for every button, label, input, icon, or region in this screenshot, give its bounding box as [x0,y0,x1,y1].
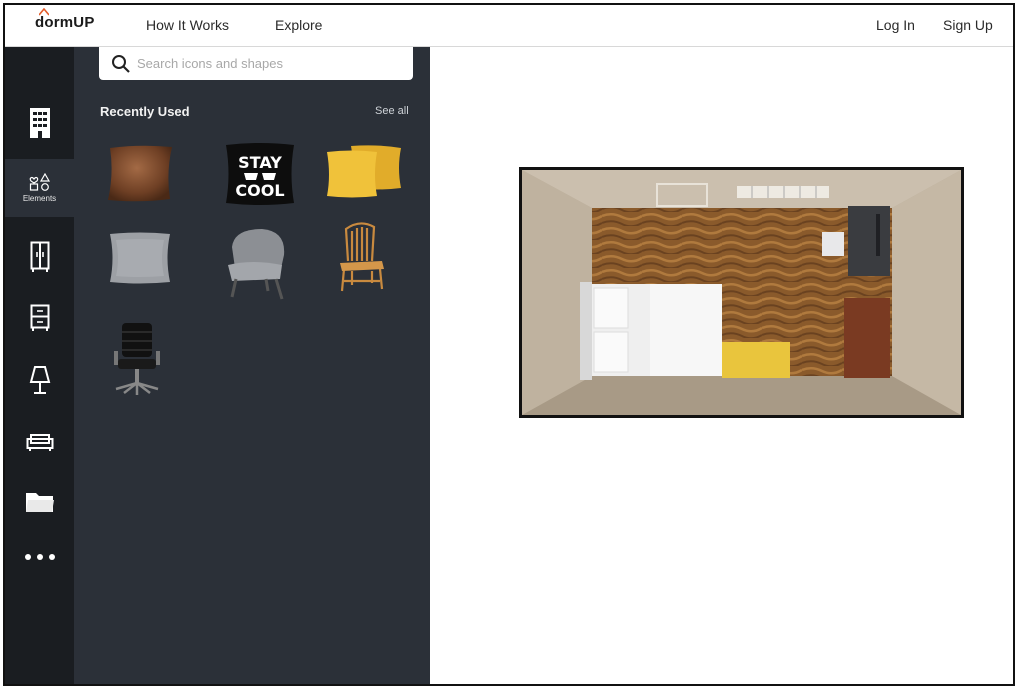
search-input[interactable] [137,56,397,71]
sofa-icon [26,434,53,451]
rail-item-elements[interactable]: Elements [5,159,74,217]
cool-text: COOL [235,181,284,200]
rail-item-dresser[interactable] [5,293,74,343]
search-icon [112,54,130,73]
rail-item-wardrobe[interactable] [5,232,74,282]
gray-armchair-thumbnail[interactable] [222,225,290,303]
see-all-link[interactable]: See all [375,105,409,117]
roof-icon [39,8,49,16]
nav-how-it-works[interactable]: How It Works [146,17,229,33]
app-frame: dormUP How It Works Explore Log In Sign … [3,3,1015,686]
rail-item-sofa[interactable] [5,417,74,467]
rail-item-templates[interactable] [5,97,74,149]
recently-used-heading: Recently Used [100,104,190,119]
brown-pillow-thumbnail[interactable] [104,142,176,204]
wardrobe-icon [30,241,49,272]
wooden-chair-thumbnail[interactable] [336,219,388,295]
room-render [522,170,961,415]
office-chair-thumbnail[interactable] [110,319,164,399]
search-box [99,47,413,80]
yellow-pillows-thumbnail[interactable] [325,144,405,200]
building-icon [29,108,50,138]
dormup-logo[interactable]: dormUP [35,8,95,31]
left-tool-rail: Elements [5,47,74,684]
room-floorplan[interactable] [519,167,964,418]
stay-text: STAY [238,153,282,172]
dresser-icon [30,304,49,331]
stay-cool-pillow-thumbnail[interactable]: STAY COOL [222,141,298,207]
more-icon [24,554,55,560]
design-canvas[interactable] [430,47,1013,684]
rail-item-more[interactable] [5,537,74,577]
top-navbar: dormUP How It Works Explore Log In Sign … [5,5,1013,47]
rail-item-lamp[interactable] [5,355,74,405]
sign-up-link[interactable]: Sign Up [943,17,993,33]
folder-icon [25,493,54,512]
rail-item-folder[interactable] [5,477,74,527]
lamp-icon [29,366,50,394]
elements-panel: Recently Used See all STAY COOL [74,47,430,684]
gray-pillow-thumbnail[interactable] [106,230,174,286]
rail-item-label: Elements [22,194,57,203]
logo-text: dormUP [35,14,95,31]
log-in-link[interactable]: Log In [876,17,915,33]
nav-explore[interactable]: Explore [275,17,322,33]
shapes-icon [29,173,50,191]
